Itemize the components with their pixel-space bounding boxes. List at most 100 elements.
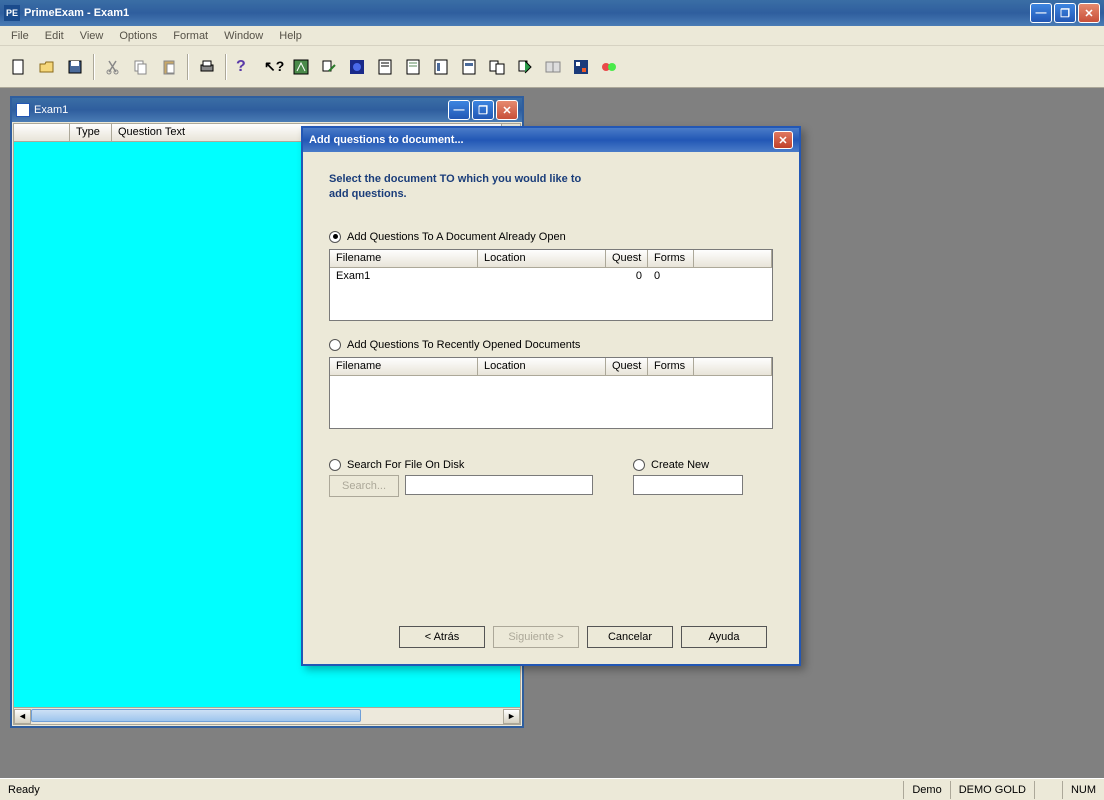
open-icon[interactable] xyxy=(34,54,60,80)
tool-12-icon[interactable] xyxy=(596,54,622,80)
status-ready: Ready xyxy=(0,782,903,798)
open-doc-row[interactable]: Exam1 0 0 xyxy=(330,268,772,284)
label-search: Search For File On Disk xyxy=(347,459,464,471)
dialog-heading-line2: add questions. xyxy=(329,187,773,202)
dialog-heading: Select the document TO which you would l… xyxy=(329,172,773,203)
app-titlebar: PE PrimeExam - Exam1 — ❐ ✕ xyxy=(0,0,1104,26)
open-docs-list[interactable]: Filename Location Quest Forms Exam1 0 0 xyxy=(329,249,773,321)
search-path-input xyxy=(405,475,593,495)
app-icon: PE xyxy=(4,5,20,21)
tool-2-icon[interactable] xyxy=(316,54,342,80)
scroll-track[interactable] xyxy=(31,709,503,724)
toolbar: ? ↖? xyxy=(0,46,1104,88)
status-blank xyxy=(1034,781,1062,799)
tool-10-icon[interactable] xyxy=(540,54,566,80)
option-recent[interactable]: Add Questions To Recently Opened Documen… xyxy=(329,339,773,351)
copy-icon[interactable] xyxy=(128,54,154,80)
col-type[interactable]: Type xyxy=(70,124,112,141)
hdr2-blank[interactable] xyxy=(694,358,772,375)
radio-already-open[interactable] xyxy=(329,231,341,243)
tool-6-icon[interactable] xyxy=(428,54,454,80)
cell-location xyxy=(478,270,606,282)
child-titlebar[interactable]: Exam1 — ❐ ✕ xyxy=(12,98,522,122)
radio-recent[interactable] xyxy=(329,339,341,351)
scroll-left-icon[interactable]: ◄ xyxy=(14,709,31,724)
cut-icon[interactable] xyxy=(100,54,126,80)
label-create-new: Create New xyxy=(651,459,709,471)
app-title: PrimeExam - Exam1 xyxy=(24,7,1030,19)
dialog-heading-line1: Select the document TO which you would l… xyxy=(329,172,773,187)
maximize-button[interactable]: ❐ xyxy=(1054,3,1076,23)
tool-3-icon[interactable] xyxy=(344,54,370,80)
tool-4-icon[interactable] xyxy=(372,54,398,80)
search-button: Search... xyxy=(329,475,399,497)
print-icon[interactable] xyxy=(194,54,220,80)
horizontal-scrollbar[interactable]: ◄ ► xyxy=(14,707,520,724)
option-search[interactable]: Search For File On Disk xyxy=(329,459,593,471)
scroll-right-icon[interactable]: ► xyxy=(503,709,520,724)
dialog-title: Add questions to document... xyxy=(309,134,773,146)
child-minimize-button[interactable]: — xyxy=(448,100,470,120)
dialog-titlebar[interactable]: Add questions to document... ✕ xyxy=(303,128,799,152)
menu-options[interactable]: Options xyxy=(112,28,164,44)
recent-docs-list[interactable]: Filename Location Quest Forms xyxy=(329,357,773,429)
document-icon xyxy=(16,103,30,117)
new-icon[interactable] xyxy=(6,54,32,80)
child-maximize-button[interactable]: ❐ xyxy=(472,100,494,120)
col-blank[interactable] xyxy=(14,124,70,141)
hdr-forms[interactable]: Forms xyxy=(648,250,694,267)
help-icon[interactable]: ? xyxy=(232,54,258,80)
cell-quest: 0 xyxy=(606,270,648,282)
tool-1-icon[interactable] xyxy=(288,54,314,80)
menu-view[interactable]: View xyxy=(73,28,111,44)
close-button[interactable]: ✕ xyxy=(1078,3,1100,23)
context-help-icon[interactable]: ↖? xyxy=(260,54,286,80)
hdr2-forms[interactable]: Forms xyxy=(648,358,694,375)
help-button[interactable]: Ayuda xyxy=(681,626,767,648)
mdi-area: Exam1 — ❐ ✕ Type Question Text ◄ ► Add q… xyxy=(0,88,1104,778)
hdr2-quest[interactable]: Quest xyxy=(606,358,648,375)
option-already-open[interactable]: Add Questions To A Document Already Open xyxy=(329,231,773,243)
back-button[interactable]: < Atrás xyxy=(399,626,485,648)
status-num: NUM xyxy=(1062,781,1104,799)
radio-create-new[interactable] xyxy=(633,459,645,471)
cell-forms: 0 xyxy=(648,270,694,282)
option-create-new[interactable]: Create New xyxy=(633,459,773,471)
status-demo: Demo xyxy=(903,781,949,799)
next-button: Siguiente > xyxy=(493,626,579,648)
hdr-filename[interactable]: Filename xyxy=(330,250,478,267)
tool-9-icon[interactable] xyxy=(512,54,538,80)
tool-7-icon[interactable] xyxy=(456,54,482,80)
dialog-close-button[interactable]: ✕ xyxy=(773,131,793,149)
add-questions-dialog: Add questions to document... ✕ Select th… xyxy=(301,126,801,666)
menu-help[interactable]: Help xyxy=(272,28,309,44)
hdr2-location[interactable]: Location xyxy=(478,358,606,375)
cell-filename: Exam1 xyxy=(330,270,478,282)
radio-search[interactable] xyxy=(329,459,341,471)
statusbar: Ready Demo DEMO GOLD NUM xyxy=(0,778,1104,800)
hdr2-filename[interactable]: Filename xyxy=(330,358,478,375)
child-title: Exam1 xyxy=(34,104,448,116)
hdr-blank[interactable] xyxy=(694,250,772,267)
menubar: File Edit View Options Format Window Hel… xyxy=(0,26,1104,46)
menu-format[interactable]: Format xyxy=(166,28,215,44)
scroll-thumb[interactable] xyxy=(31,709,361,722)
menu-file[interactable]: File xyxy=(4,28,36,44)
hdr-quest[interactable]: Quest xyxy=(606,250,648,267)
create-new-input[interactable] xyxy=(633,475,743,495)
cancel-button[interactable]: Cancelar xyxy=(587,626,673,648)
tool-11-icon[interactable] xyxy=(568,54,594,80)
menu-window[interactable]: Window xyxy=(217,28,270,44)
minimize-button[interactable]: — xyxy=(1030,3,1052,23)
save-icon[interactable] xyxy=(62,54,88,80)
paste-icon[interactable] xyxy=(156,54,182,80)
dialog-button-row: < Atrás Siguiente > Cancelar Ayuda xyxy=(329,614,773,650)
label-already-open: Add Questions To A Document Already Open xyxy=(347,231,566,243)
status-demogold: DEMO GOLD xyxy=(950,781,1034,799)
tool-8-icon[interactable] xyxy=(484,54,510,80)
label-recent: Add Questions To Recently Opened Documen… xyxy=(347,339,580,351)
menu-edit[interactable]: Edit xyxy=(38,28,71,44)
tool-5-icon[interactable] xyxy=(400,54,426,80)
child-close-button[interactable]: ✕ xyxy=(496,100,518,120)
hdr-location[interactable]: Location xyxy=(478,250,606,267)
